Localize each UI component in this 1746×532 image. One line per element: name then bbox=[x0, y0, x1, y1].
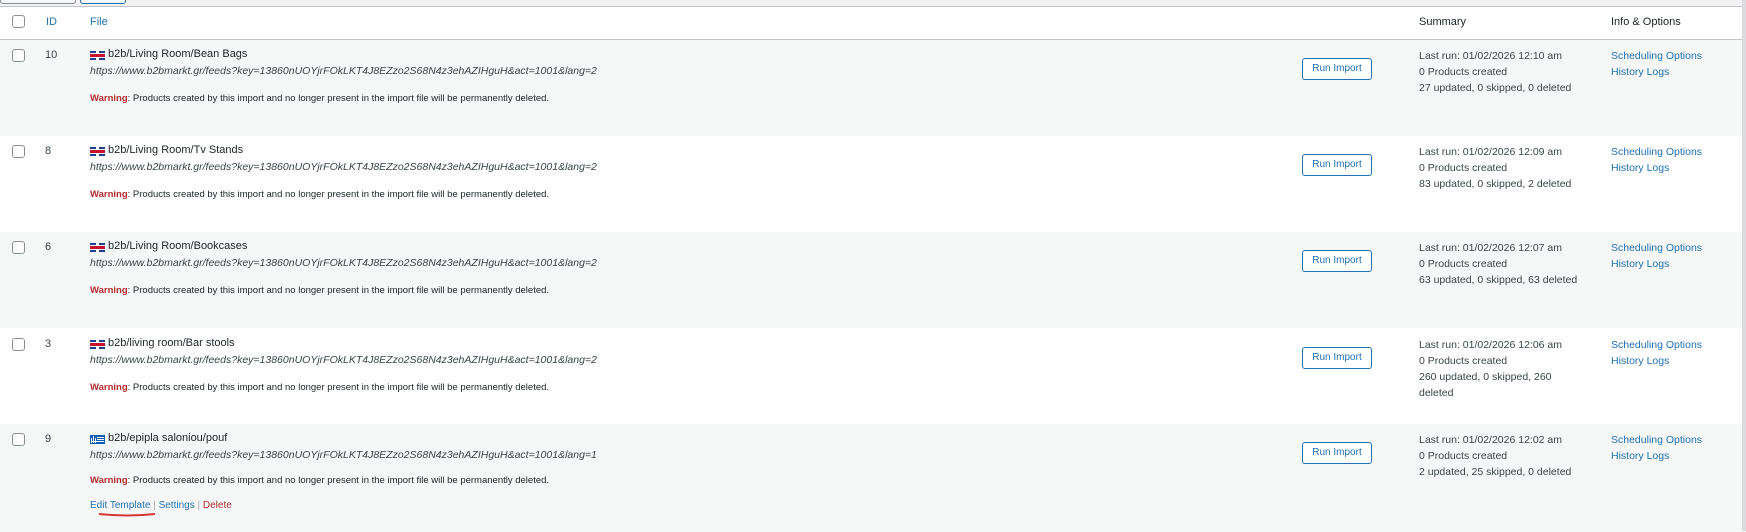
row-id: 8 bbox=[45, 145, 52, 157]
scheduling-options-link[interactable]: Scheduling Options bbox=[1611, 48, 1702, 64]
feed-url: https://www.b2bmarkt.gr/feeds?key=13860n… bbox=[90, 449, 597, 461]
import-stats: 260 updated, 0 skipped, 260 deleted bbox=[1419, 371, 1552, 399]
uk-flag-icon bbox=[90, 51, 105, 60]
products-created: 0 Products created bbox=[1419, 450, 1508, 462]
import-stats: 83 updated, 0 skipped, 2 deleted bbox=[1419, 178, 1572, 190]
table-row: 9 b2b/epipla saloniou/pouf https://www.b… bbox=[0, 424, 1746, 532]
bulk-actions-select[interactable] bbox=[0, 0, 76, 4]
scheduling-options-link[interactable]: Scheduling Options bbox=[1611, 432, 1702, 448]
scrollbar[interactable] bbox=[1742, 0, 1746, 531]
uk-flag-icon bbox=[90, 340, 105, 349]
warning-text: Warning: Products created by this import… bbox=[90, 475, 550, 486]
file-title[interactable]: b2b/Living Room/Bean Bags bbox=[108, 48, 247, 60]
products-created: 0 Products created bbox=[1419, 162, 1508, 174]
table-row: 10 b2b/Living Room/Bean Bags https://www… bbox=[0, 40, 1746, 136]
column-id[interactable]: ID bbox=[46, 16, 57, 28]
column-file[interactable]: File bbox=[90, 16, 108, 28]
table-row: 8 b2b/Living Room/Tv Stands https://www.… bbox=[0, 136, 1746, 232]
options-cell: Scheduling Options History Logs bbox=[1611, 240, 1702, 272]
history-logs-link[interactable]: History Logs bbox=[1611, 448, 1702, 464]
feed-url: https://www.b2bmarkt.gr/feeds?key=13860n… bbox=[90, 161, 597, 173]
top-toolbar bbox=[0, 0, 1746, 4]
warning-text: Warning: Products created by this import… bbox=[90, 189, 550, 200]
options-cell: Scheduling Options History Logs bbox=[1611, 48, 1702, 80]
warning-text: Warning: Products created by this import… bbox=[90, 285, 550, 296]
file-title[interactable]: b2b/Living Room/Tv Stands bbox=[108, 144, 243, 156]
history-logs-link[interactable]: History Logs bbox=[1611, 160, 1702, 176]
last-run: Last run: 01/02/2026 12:09 am bbox=[1419, 146, 1563, 158]
apply-button[interactable] bbox=[80, 0, 126, 4]
run-import-button[interactable]: Run Import bbox=[1302, 347, 1372, 369]
table-row: 6 b2b/Living Room/Bookcases https://www.… bbox=[0, 232, 1746, 328]
row-id: 9 bbox=[45, 433, 52, 445]
products-created: 0 Products created bbox=[1419, 355, 1508, 367]
row-checkbox[interactable] bbox=[12, 49, 25, 62]
uk-flag-icon bbox=[90, 147, 105, 156]
greek-flag-icon bbox=[90, 435, 105, 444]
products-created: 0 Products created bbox=[1419, 258, 1508, 270]
row-actions: Edit Template | Settings | Delete bbox=[90, 500, 232, 511]
summary-cell: Last run: 01/02/2026 12:09 am 0 Products… bbox=[1419, 144, 1579, 192]
row-id: 10 bbox=[45, 49, 58, 61]
summary-cell: Last run: 01/02/2026 12:06 am 0 Products… bbox=[1419, 337, 1569, 401]
options-cell: Scheduling Options History Logs bbox=[1611, 337, 1702, 369]
row-checkbox[interactable] bbox=[12, 338, 25, 351]
file-title[interactable]: b2b/epipla saloniou/pouf bbox=[108, 432, 227, 444]
warning-text: Warning: Products created by this import… bbox=[90, 382, 550, 393]
last-run: Last run: 01/02/2026 12:06 am bbox=[1419, 339, 1563, 351]
scheduling-options-link[interactable]: Scheduling Options bbox=[1611, 240, 1702, 256]
row-id: 3 bbox=[45, 338, 52, 350]
table-header: ID File Summary Info & Options bbox=[0, 7, 1746, 40]
run-import-button[interactable]: Run Import bbox=[1302, 442, 1372, 464]
run-import-button[interactable]: Run Import bbox=[1302, 58, 1372, 80]
select-all-checkbox[interactable] bbox=[12, 15, 25, 28]
imports-table: ID File Summary Info & Options 10 b2b/Li… bbox=[0, 6, 1746, 532]
import-stats: 27 updated, 0 skipped, 0 deleted bbox=[1419, 82, 1572, 94]
run-import-button[interactable]: Run Import bbox=[1302, 250, 1372, 272]
options-cell: Scheduling Options History Logs bbox=[1611, 432, 1702, 464]
import-stats: 63 updated, 0 skipped, 63 deleted bbox=[1419, 274, 1578, 286]
file-title[interactable]: b2b/living room/Bar stools bbox=[108, 337, 235, 349]
feed-url: https://www.b2bmarkt.gr/feeds?key=13860n… bbox=[90, 257, 597, 269]
row-id: 6 bbox=[45, 241, 52, 253]
row-checkbox[interactable] bbox=[12, 145, 25, 158]
delete-link[interactable]: Delete bbox=[203, 500, 232, 511]
history-logs-link[interactable]: History Logs bbox=[1611, 353, 1702, 369]
column-info-options: Info & Options bbox=[1611, 16, 1681, 28]
summary-cell: Last run: 01/02/2026 12:07 am 0 Products… bbox=[1419, 240, 1579, 288]
options-cell: Scheduling Options History Logs bbox=[1611, 144, 1702, 176]
summary-cell: Last run: 01/02/2026 12:10 am 0 Products… bbox=[1419, 48, 1579, 96]
red-underline-annotation bbox=[98, 513, 156, 517]
history-logs-link[interactable]: History Logs bbox=[1611, 256, 1702, 272]
row-checkbox[interactable] bbox=[12, 241, 25, 254]
run-import-button[interactable]: Run Import bbox=[1302, 154, 1372, 176]
summary-cell: Last run: 01/02/2026 12:02 am 0 Products… bbox=[1419, 432, 1579, 480]
scheduling-options-link[interactable]: Scheduling Options bbox=[1611, 337, 1702, 353]
column-summary: Summary bbox=[1419, 16, 1467, 28]
last-run: Last run: 01/02/2026 12:10 am bbox=[1419, 50, 1563, 62]
scheduling-options-link[interactable]: Scheduling Options bbox=[1611, 144, 1702, 160]
uk-flag-icon bbox=[90, 243, 105, 252]
import-stats: 2 updated, 25 skipped, 0 deleted bbox=[1419, 466, 1572, 478]
file-title[interactable]: b2b/Living Room/Bookcases bbox=[108, 240, 247, 252]
warning-text: Warning: Products created by this import… bbox=[90, 93, 550, 104]
table-row: 3 b2b/living room/Bar stools https://www… bbox=[0, 328, 1746, 424]
last-run: Last run: 01/02/2026 12:02 am bbox=[1419, 434, 1563, 446]
last-run: Last run: 01/02/2026 12:07 am bbox=[1419, 242, 1563, 254]
history-logs-link[interactable]: History Logs bbox=[1611, 64, 1702, 80]
feed-url: https://www.b2bmarkt.gr/feeds?key=13860n… bbox=[90, 354, 597, 366]
products-created: 0 Products created bbox=[1419, 66, 1508, 78]
settings-link[interactable]: Settings bbox=[159, 500, 195, 511]
edit-template-link[interactable]: Edit Template bbox=[90, 500, 150, 511]
row-checkbox[interactable] bbox=[12, 433, 25, 446]
feed-url: https://www.b2bmarkt.gr/feeds?key=13860n… bbox=[90, 65, 597, 77]
